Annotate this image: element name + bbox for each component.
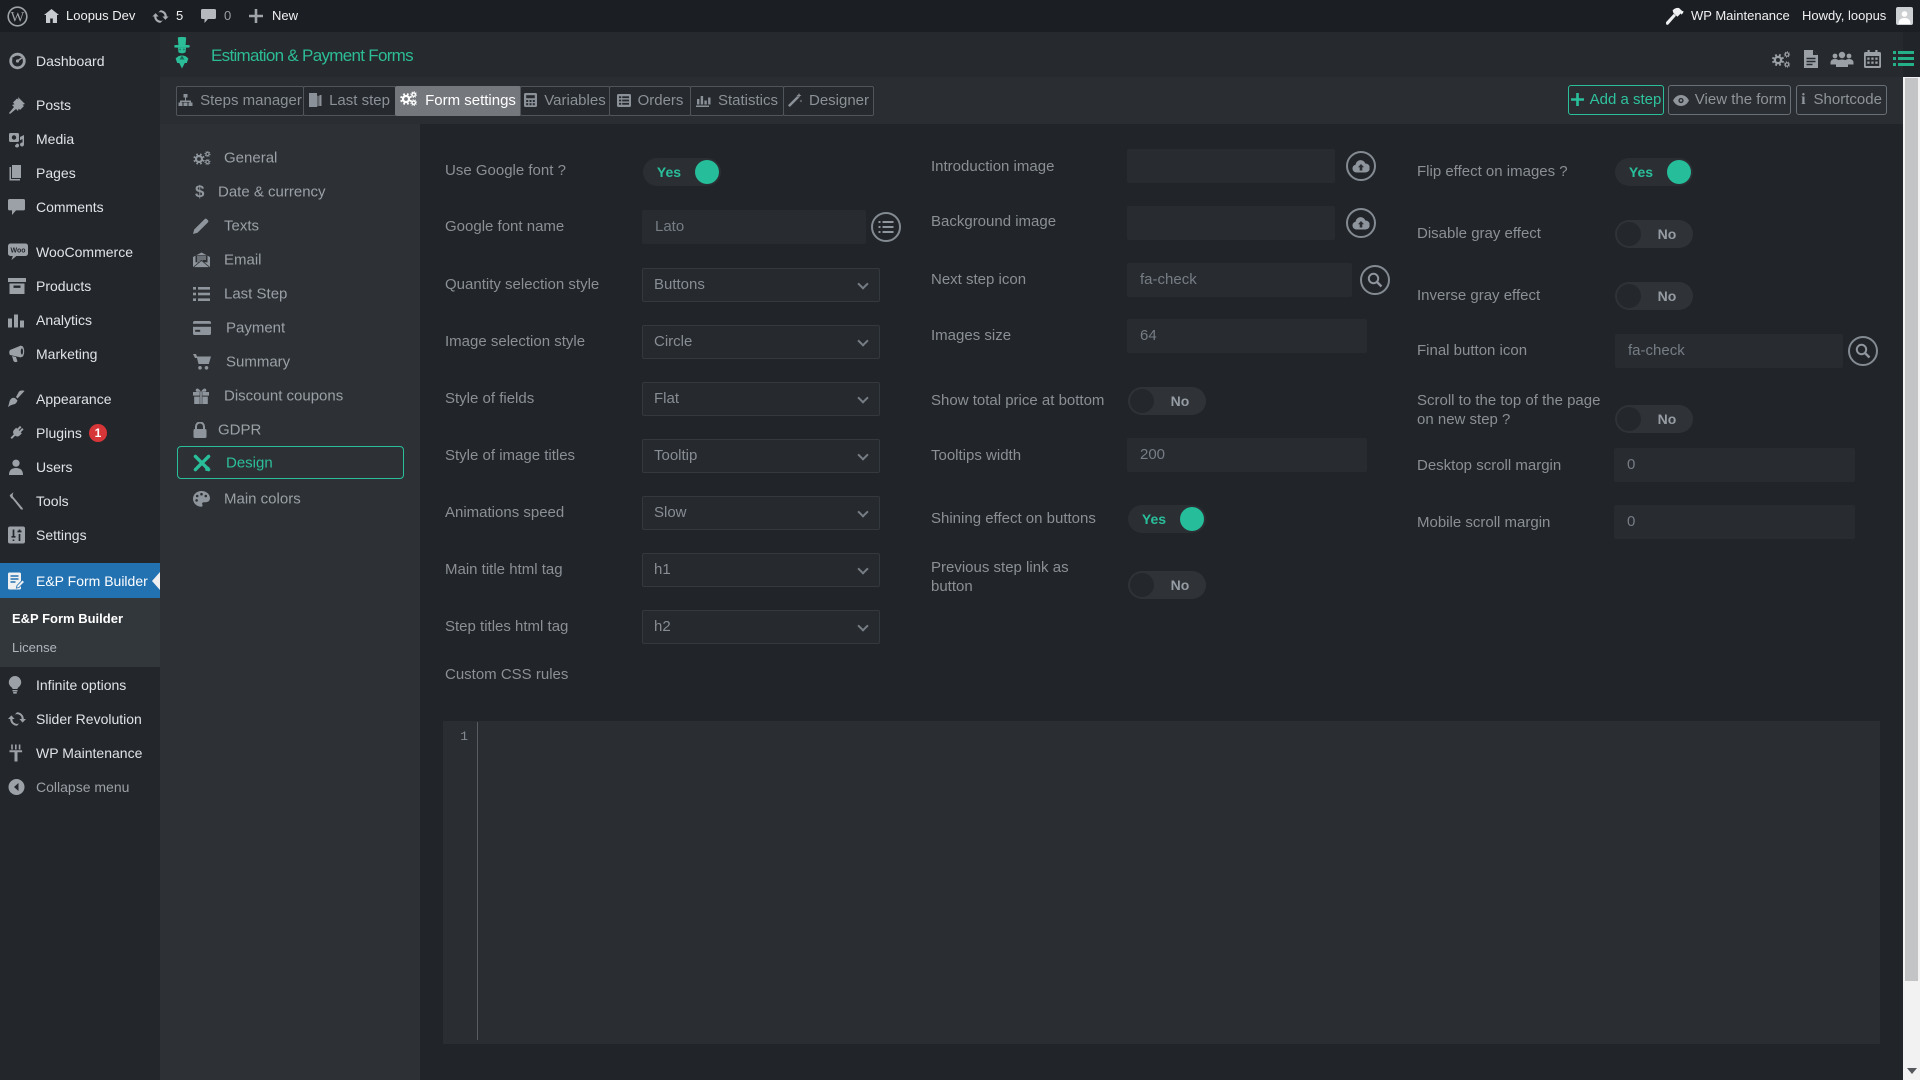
svg-text:Woo: Woo (10, 248, 25, 255)
svg-text:W: W (11, 9, 25, 25)
